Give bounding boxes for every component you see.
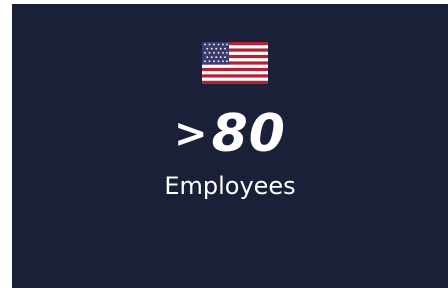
- stat-label: Employees: [164, 172, 296, 200]
- employee-count: >80: [12, 108, 448, 160]
- stat-value: 80: [211, 104, 286, 164]
- us-flag-icon: [202, 42, 268, 84]
- employees-stat-card: >80 Employees: [12, 4, 448, 288]
- stat-prefix: >: [174, 111, 208, 157]
